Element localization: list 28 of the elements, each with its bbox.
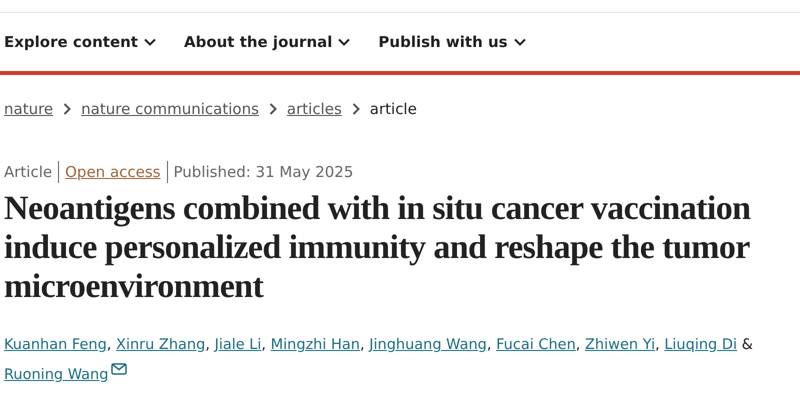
breadcrumb-link[interactable]: nature communications bbox=[81, 100, 259, 118]
nav-menu[interactable]: Explore content bbox=[4, 33, 156, 51]
chevron-down-icon bbox=[514, 38, 526, 46]
author-link[interactable]: Jiale Li bbox=[214, 337, 262, 353]
published-date: Published: 31 May 2025 bbox=[174, 163, 354, 181]
author-link[interactable]: Zhiwen Yi bbox=[585, 337, 656, 353]
breadcrumb-link[interactable]: articles bbox=[286, 100, 342, 118]
nav-menu[interactable]: Publish with us bbox=[378, 33, 526, 51]
email-icon[interactable] bbox=[111, 363, 128, 375]
article-type: Article bbox=[4, 163, 52, 181]
author-link[interactable]: Mingzhi Han bbox=[270, 337, 360, 353]
article-title: Neoantigens combined with in situ cancer vaccination induce personalized immunity and reshape the tumor microenvironment bbox=[3, 189, 752, 306]
author-list: Kuanhan Feng, Xinru Zhang, Jiale Li, Mingzhi Han, Jinghuang Wang, Fucai Chen, Zhiwen Yi, Liuqing Di & Ruoning Wang bbox=[0, 330, 800, 390]
author-link[interactable]: Xinru Zhang bbox=[116, 337, 206, 353]
breadcrumb-current: article bbox=[370, 100, 417, 118]
author-link[interactable]: Ruoning Wang bbox=[4, 367, 108, 383]
nav-menu[interactable]: About the journal bbox=[184, 33, 350, 51]
author-link[interactable]: Fucai Chen bbox=[496, 337, 576, 353]
open-access-link[interactable]: Open access bbox=[65, 163, 161, 181]
author-link[interactable]: Jinghuang Wang bbox=[369, 337, 487, 353]
chevron-right-icon bbox=[268, 103, 277, 115]
chevron-down-icon bbox=[338, 38, 350, 46]
author-link[interactable]: Liuqing Di bbox=[664, 337, 738, 353]
chevron-down-icon bbox=[144, 38, 156, 46]
author-link[interactable]: Kuanhan Feng bbox=[4, 337, 107, 353]
chevron-right-icon bbox=[352, 103, 360, 115]
chevron-right-icon bbox=[63, 103, 72, 115]
breadcrumb-link[interactable]: nature bbox=[4, 100, 54, 118]
